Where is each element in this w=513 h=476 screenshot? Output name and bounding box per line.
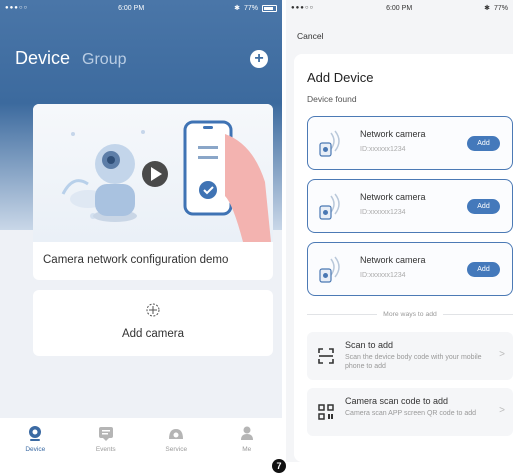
more-ways-divider: More ways to add <box>307 309 513 319</box>
add-button[interactable]: Add <box>467 199 500 214</box>
camera-wave-icon <box>319 193 340 220</box>
battery-percent: 77% <box>243 4 258 12</box>
qr-code-icon <box>318 404 334 420</box>
status-bar: ●●●○○ 6:00 PM ✱ 77% <box>0 0 282 16</box>
nav-service[interactable]: Service <box>141 418 212 462</box>
add-button[interactable]: Add <box>467 136 500 151</box>
battery-icon <box>262 4 277 12</box>
divider-line <box>442 313 513 315</box>
scan-icon <box>318 348 334 364</box>
more-ways-label: More ways to add <box>383 310 437 318</box>
status-time-right: 6:00 PM <box>386 4 413 12</box>
device-name: Network camera <box>360 192 426 202</box>
service-icon <box>169 429 184 439</box>
device-list-screen: ●●●○○ 6:00 PM ✱ 77% Device Group + Camer… <box>0 0 282 462</box>
device-card[interactable]: Network camera ID:xxxxxx1234 Add <box>307 179 513 233</box>
add-device-screen: ●●●○○ 6:00 PM ✱ 77% Cancel Add Device De… <box>286 0 513 462</box>
tab-device[interactable]: Device <box>15 48 70 69</box>
demo-video-card[interactable]: Camera network configuration demo <box>33 104 273 280</box>
camera-phone-illustration <box>61 120 271 242</box>
demo-title: Camera network configuration demo <box>43 254 229 266</box>
device-card[interactable]: Network camera ID:xxxxxx1234 Add <box>307 116 513 170</box>
add-plus-icon <box>146 303 160 317</box>
add-device-sheet: Add Device Device found Network camera I… <box>294 54 513 462</box>
demo-illustration <box>33 104 273 242</box>
add-button[interactable]: Add <box>467 262 500 277</box>
option-description: Scan the device body code with your mobi… <box>345 354 482 370</box>
option-description: Camera scan APP screen QR code to add <box>345 410 476 417</box>
device-id: ID:xxxxxx1234 <box>360 272 406 279</box>
add-device-button[interactable]: + <box>250 50 268 68</box>
option-title: Camera scan code to add <box>345 396 449 406</box>
status-bar-right: ●●●○○ 6:00 PM ✱ 77% <box>286 0 513 16</box>
device-id: ID:xxxxxx1234 <box>360 209 406 216</box>
screenshot-stage: ●●●○○ 6:00 PM ✱ 77% Device Group + Camer… <box>0 0 513 476</box>
nav-events[interactable]: Events <box>71 418 142 462</box>
device-card[interactable]: Network camera ID:xxxxxx1234 Add <box>307 242 513 296</box>
chevron-right-icon: > <box>499 349 505 360</box>
bottom-navigation: Device Events Service Me <box>0 418 282 462</box>
nav-events-label: Events <box>95 446 116 453</box>
camera-wave-icon <box>319 130 340 157</box>
signal-indicator-right: ●●●○○ <box>291 5 315 11</box>
bluetooth-icon: ✱ <box>234 5 240 12</box>
sheet-title: Add Device <box>307 70 374 85</box>
battery-percent-right: 77% <box>493 4 508 12</box>
nav-device-label: Device <box>25 446 46 453</box>
tab-group[interactable]: Group <box>82 51 126 69</box>
scan-to-add-option[interactable]: Scan to add Scan the device body code wi… <box>307 332 513 380</box>
device-found-label: Device found <box>307 94 357 104</box>
nav-me[interactable]: Me <box>212 418 283 462</box>
nav-service-label: Service <box>165 446 188 453</box>
chevron-right-icon: > <box>499 405 505 416</box>
person-icon <box>240 426 253 440</box>
top-tabs: Device Group <box>15 48 127 69</box>
nav-me-label: Me <box>242 446 252 453</box>
device-name: Network camera <box>360 129 426 139</box>
camera-scan-option[interactable]: Camera scan code to add Camera scan APP … <box>307 388 513 436</box>
cancel-button[interactable]: Cancel <box>297 31 323 41</box>
nav-device[interactable]: Device <box>0 418 71 462</box>
option-title: Scan to add <box>345 340 394 350</box>
bluetooth-icon: ✱ <box>484 5 490 12</box>
device-id: ID:xxxxxx1234 <box>360 146 406 153</box>
step-number-badge: 7 <box>272 459 286 473</box>
add-camera-card[interactable]: Add camera <box>33 290 273 356</box>
device-name: Network camera <box>360 255 426 265</box>
status-right: ✱ 77% <box>234 4 277 12</box>
signal-indicator: ●●●○○ <box>5 5 29 11</box>
status-right-right: ✱ 77% <box>484 4 508 13</box>
device-icon <box>29 426 42 441</box>
events-icon <box>98 427 113 441</box>
divider-line <box>307 313 378 315</box>
camera-wave-icon <box>319 256 340 283</box>
status-time: 6:00 PM <box>118 4 145 12</box>
add-camera-label: Add camera <box>121 328 184 340</box>
